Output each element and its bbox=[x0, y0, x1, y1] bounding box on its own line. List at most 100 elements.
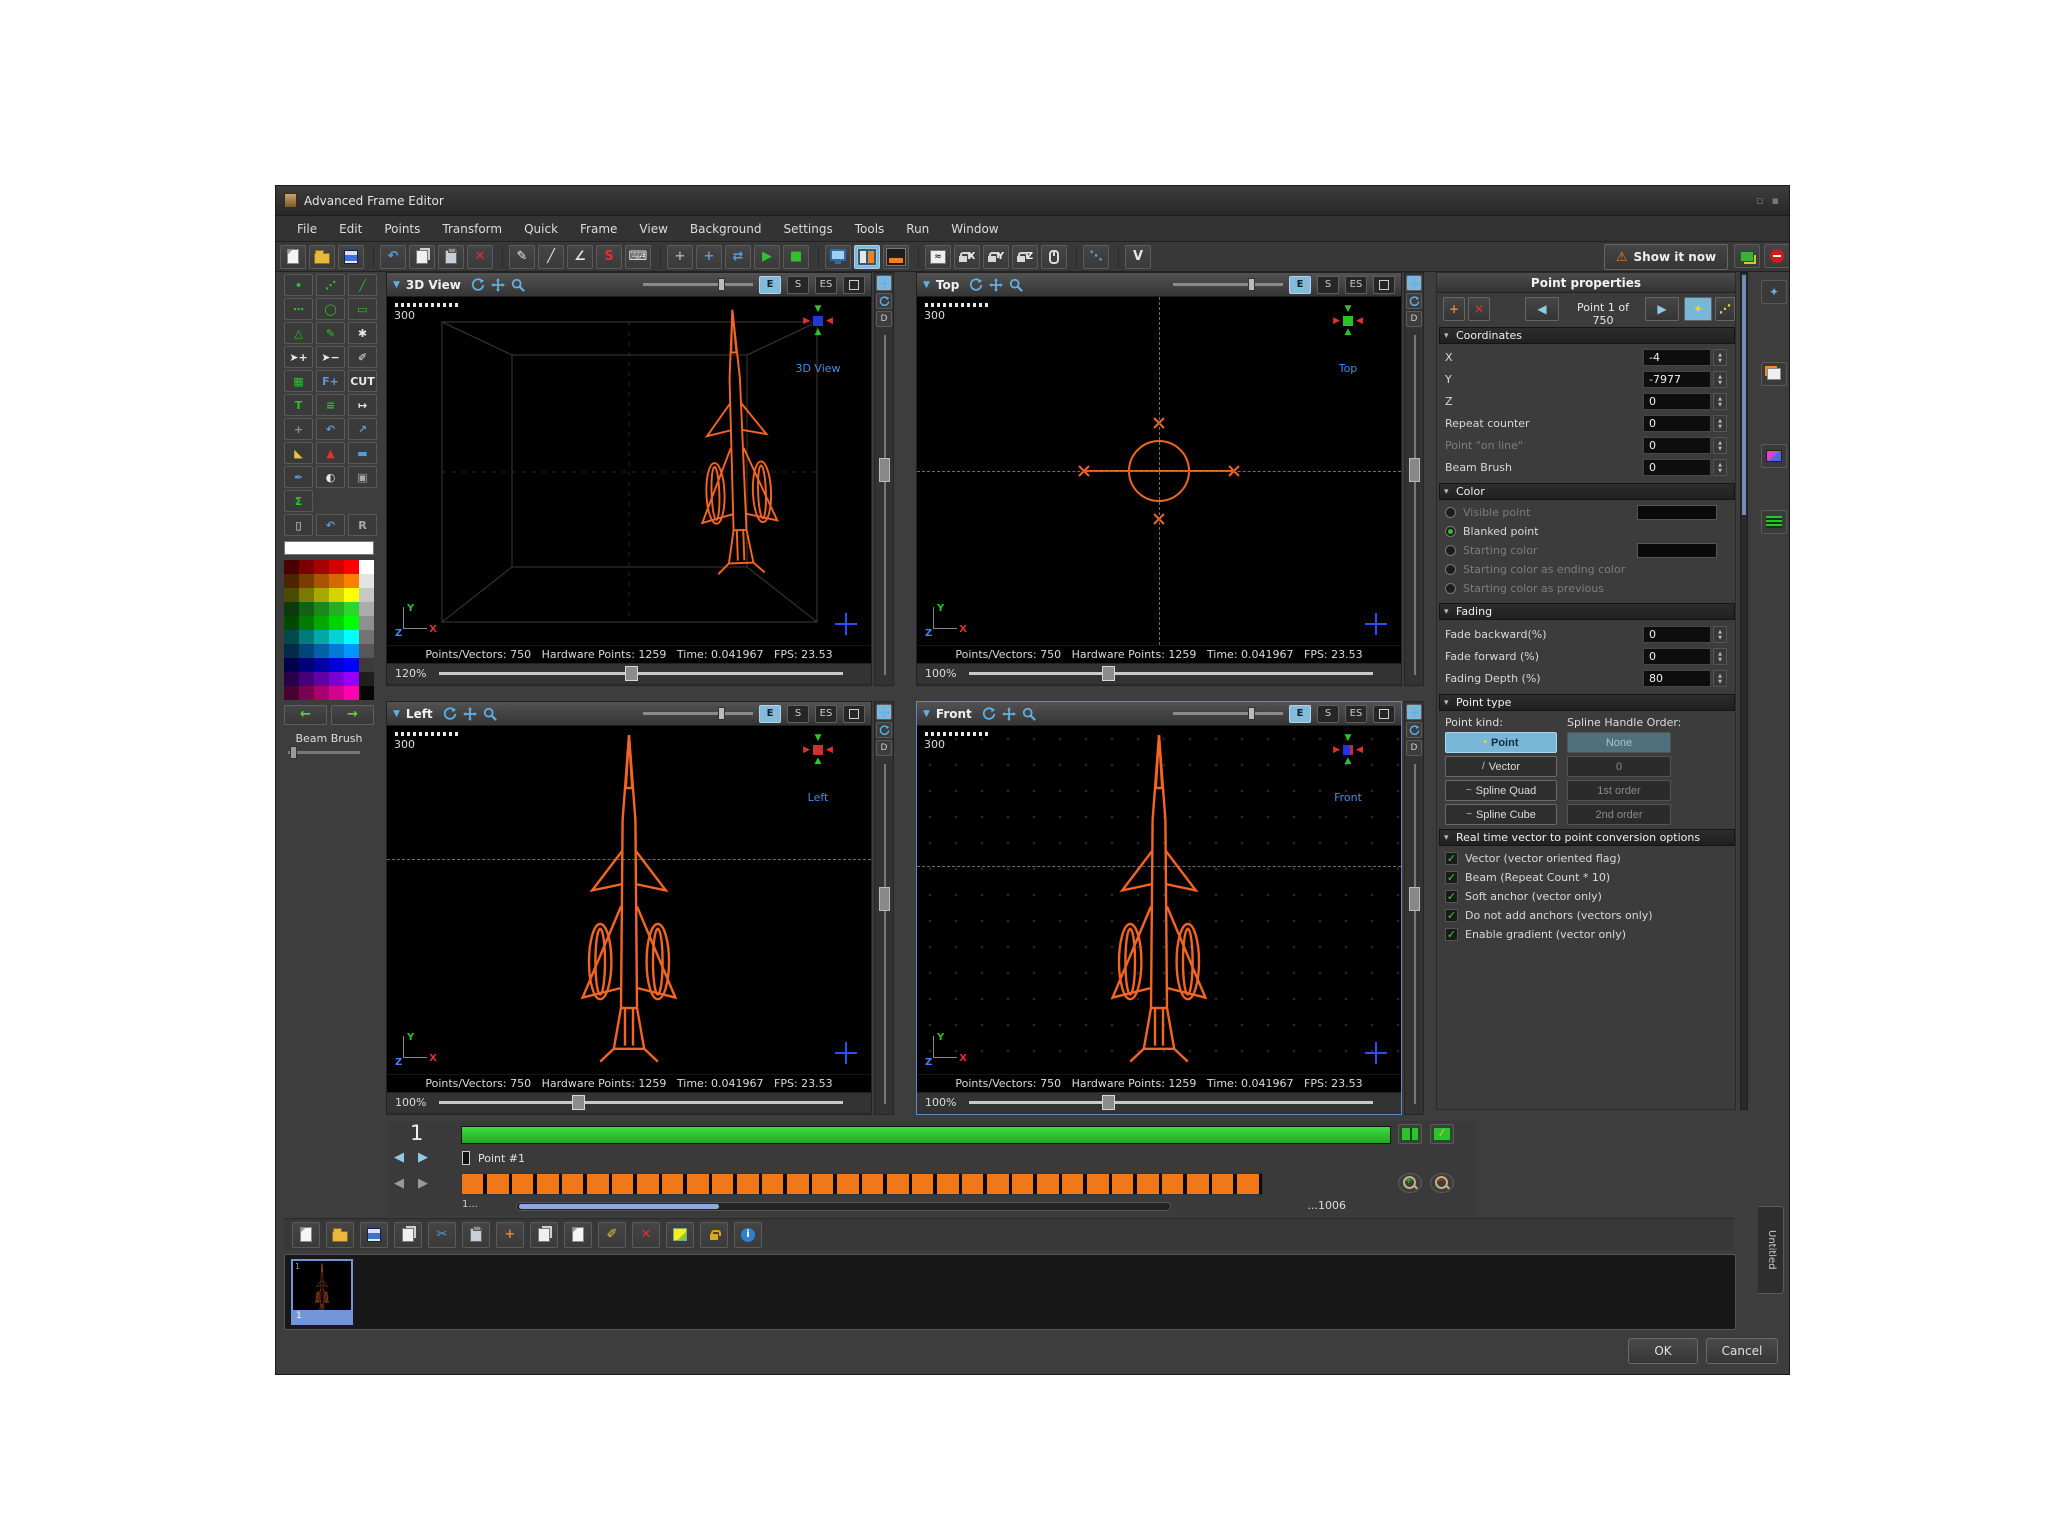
tool-measure-tool[interactable]: ↦ bbox=[348, 394, 377, 416]
palette-color[interactable] bbox=[299, 686, 314, 700]
field-value-input[interactable]: -7977 bbox=[1643, 371, 1711, 388]
mode-e-button[interactable]: E bbox=[1289, 705, 1311, 723]
mode-s-button[interactable]: S bbox=[787, 276, 809, 294]
next-frame-button[interactable]: ▶ bbox=[418, 1150, 428, 1165]
prev-point-arrow[interactable]: ◀ bbox=[394, 1176, 404, 1191]
coordinates-section-header[interactable]: Coordinates bbox=[1439, 327, 1735, 344]
header-slider[interactable] bbox=[1173, 712, 1283, 715]
save-frame-button[interactable] bbox=[360, 1222, 388, 1248]
lock-x-button[interactable]: X bbox=[954, 245, 980, 269]
pan-view-icon[interactable] bbox=[989, 278, 1003, 292]
palette-color[interactable] bbox=[359, 630, 374, 644]
color-swatch[interactable] bbox=[1637, 543, 1717, 558]
palette-color[interactable] bbox=[314, 630, 329, 644]
rotate-mini-button[interactable] bbox=[876, 722, 892, 738]
zoom-view-icon[interactable] bbox=[483, 707, 497, 721]
field-value-input[interactable]: 0 bbox=[1643, 648, 1711, 665]
pan-mini-button[interactable] bbox=[1406, 704, 1422, 720]
rotate-mini-button[interactable] bbox=[876, 293, 892, 309]
keyboard-entry-button[interactable]: ⌨ bbox=[625, 245, 651, 269]
rotate-view-icon[interactable] bbox=[443, 707, 457, 721]
kind-vector[interactable]: /Vector bbox=[1445, 756, 1557, 777]
palette-color[interactable] bbox=[284, 686, 299, 700]
palette-color[interactable] bbox=[359, 616, 374, 630]
menu-file[interactable]: File bbox=[286, 218, 328, 240]
tool-polygon-tool[interactable]: △ bbox=[284, 322, 313, 344]
tool-lines-tool[interactable]: ≡ bbox=[316, 394, 345, 416]
orientation-widget[interactable]: ▼ ▶◀ ▲ 3D View bbox=[789, 305, 847, 374]
radio-starting-color-as-previous[interactable] bbox=[1445, 583, 1456, 594]
field-value-input[interactable]: 80 bbox=[1643, 670, 1711, 687]
points-track-bar[interactable] bbox=[461, 1173, 1263, 1195]
palette-color[interactable] bbox=[284, 602, 299, 616]
rotate-mini-button[interactable] bbox=[1406, 722, 1422, 738]
orientation-widget[interactable]: ▼ ▶◀ ▲ Left bbox=[789, 734, 847, 803]
palette-color[interactable] bbox=[359, 574, 374, 588]
zoom-view-icon[interactable] bbox=[1022, 707, 1036, 721]
palette-color[interactable] bbox=[299, 616, 314, 630]
add-point-button[interactable]: + bbox=[1443, 297, 1465, 321]
duplicate-frame-button[interactable] bbox=[530, 1222, 558, 1248]
palette-color[interactable] bbox=[329, 686, 344, 700]
field-spinner[interactable]: ▲▼ bbox=[1713, 626, 1727, 643]
stop-button[interactable]: ■ bbox=[783, 245, 809, 269]
mouse-options-button[interactable] bbox=[1041, 245, 1067, 269]
tool-sigma-tool[interactable]: Σ bbox=[284, 490, 313, 512]
mode-s-button[interactable]: S bbox=[1317, 705, 1339, 723]
palette-color[interactable] bbox=[344, 658, 359, 672]
point-type-section-header[interactable]: Point type bbox=[1439, 694, 1735, 711]
maximize-view-button[interactable] bbox=[843, 705, 865, 723]
palette-color[interactable] bbox=[314, 616, 329, 630]
palette-color[interactable] bbox=[344, 672, 359, 686]
tool-rotate-tool[interactable]: ↶ bbox=[316, 418, 345, 440]
kind-spline-cube[interactable]: ~Spline Cube bbox=[1445, 804, 1557, 825]
undo-button[interactable]: ↶ bbox=[380, 245, 406, 269]
copy-button[interactable] bbox=[409, 245, 435, 269]
palette-color[interactable] bbox=[344, 588, 359, 602]
palette-color[interactable] bbox=[284, 616, 299, 630]
path-points-button[interactable]: ⋱ bbox=[1083, 245, 1109, 269]
field-spinner[interactable]: ▲▼ bbox=[1713, 371, 1727, 388]
notes-tab-button[interactable] bbox=[1761, 362, 1787, 386]
palette-color[interactable] bbox=[344, 616, 359, 630]
rotate-view-icon[interactable] bbox=[471, 278, 485, 292]
header-slider[interactable] bbox=[643, 712, 753, 715]
palette-color[interactable] bbox=[299, 644, 314, 658]
close-icon[interactable]: ▪ bbox=[1772, 194, 1779, 207]
mode-es-button[interactable]: ES bbox=[1345, 276, 1367, 294]
rotate-view-icon[interactable] bbox=[982, 707, 996, 721]
zoom-slider[interactable] bbox=[439, 672, 843, 675]
tool-roller-tool[interactable]: ▬ bbox=[348, 442, 377, 464]
viewport-dropdown-icon[interactable]: ▼ bbox=[393, 280, 400, 290]
pan-view-icon[interactable] bbox=[491, 278, 505, 292]
viewport-left-canvas[interactable]: 300 ▼ ▶◀ ▲ Left Y X Z bbox=[387, 726, 871, 1074]
field-spinner[interactable]: ▲▼ bbox=[1713, 459, 1727, 476]
beam-brush-slider[interactable] bbox=[288, 751, 360, 754]
window-controls[interactable]: ▫▪ bbox=[1756, 194, 1779, 207]
palette-color[interactable] bbox=[284, 574, 299, 588]
checkbox-checked[interactable]: ✓ bbox=[1445, 928, 1458, 941]
vertical-slider-handle[interactable] bbox=[879, 458, 890, 482]
vertical-slider-track[interactable] bbox=[884, 335, 886, 675]
tool-dotted-curve-tool[interactable]: ⋯ bbox=[284, 298, 313, 320]
palette-color[interactable] bbox=[344, 644, 359, 658]
palette-color[interactable] bbox=[299, 658, 314, 672]
copy-frame-button[interactable] bbox=[394, 1222, 422, 1248]
delete-button[interactable]: ✕ bbox=[467, 245, 493, 269]
palette-color[interactable] bbox=[284, 630, 299, 644]
viewport-dropdown-icon[interactable]: ▼ bbox=[923, 709, 930, 719]
palette-color[interactable] bbox=[314, 672, 329, 686]
mode-s-button[interactable]: S bbox=[787, 705, 809, 723]
zoom-slider[interactable] bbox=[439, 1101, 843, 1104]
viewport-3d-canvas[interactable]: 300 ▼ ▶◀ ▲ 3D View Y X Z bbox=[387, 297, 871, 645]
snap-tool-button[interactable]: S bbox=[596, 245, 622, 269]
timeline-zoom-out-button[interactable]: − bbox=[1430, 1173, 1454, 1193]
vertical-slider-track[interactable] bbox=[1414, 335, 1416, 675]
tool-select-add-tool[interactable]: ➤+ bbox=[284, 346, 313, 368]
field-spinner[interactable]: ▲▼ bbox=[1713, 415, 1727, 432]
palette-color[interactable] bbox=[284, 560, 299, 574]
vector-mode-button[interactable]: V bbox=[1125, 245, 1151, 269]
gradient-tab-button[interactable] bbox=[1761, 444, 1787, 468]
rotate-view-icon[interactable] bbox=[969, 278, 983, 292]
viewport-dropdown-icon[interactable]: ▼ bbox=[393, 709, 400, 719]
